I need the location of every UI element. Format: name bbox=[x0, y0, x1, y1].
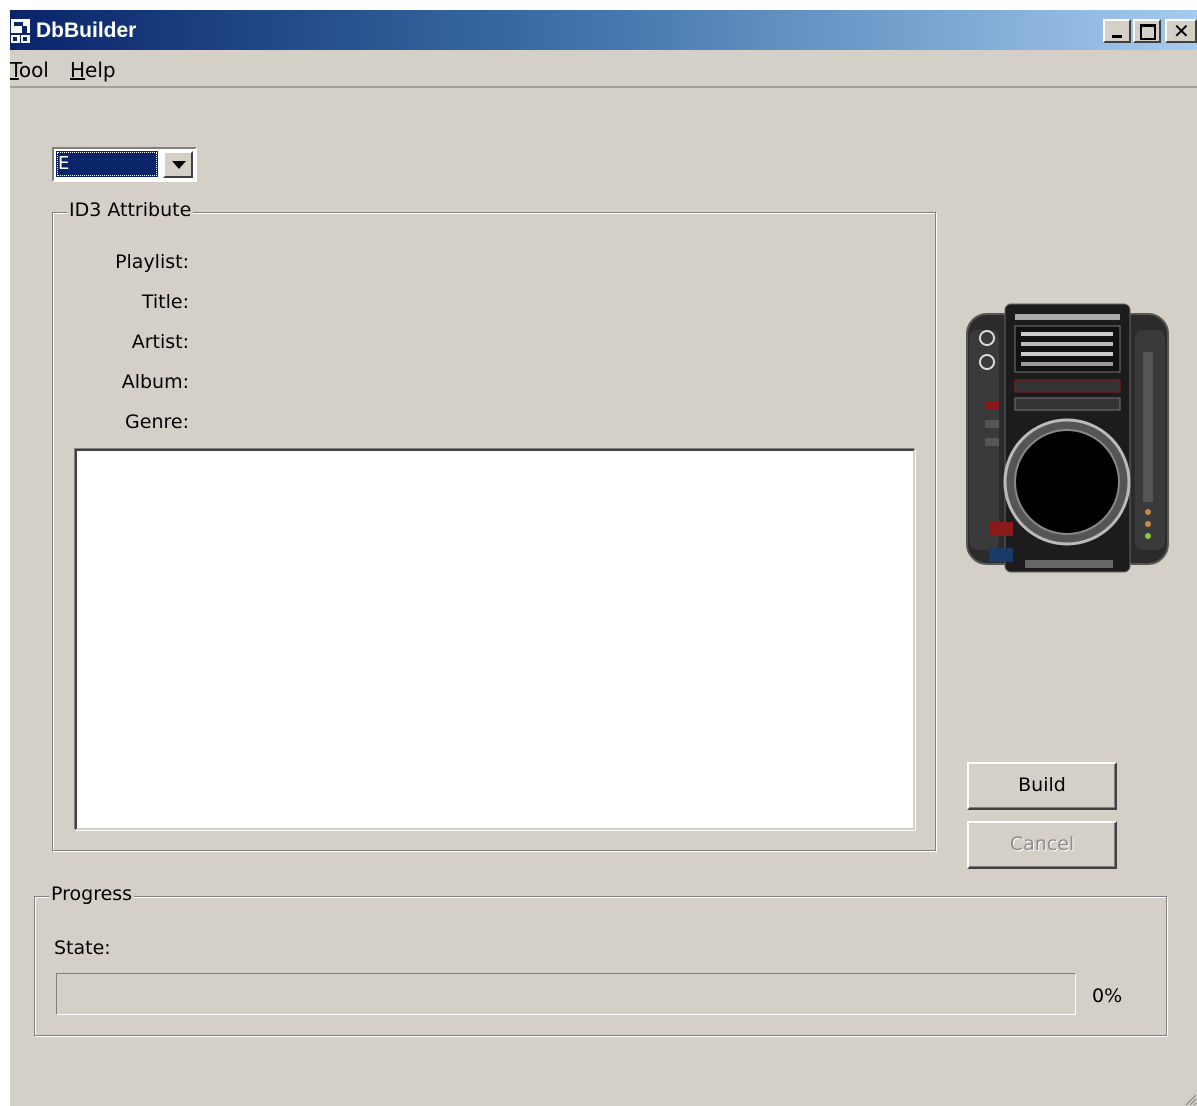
album-label: Album: bbox=[121, 371, 189, 393]
menu-tool-mnemonic: T bbox=[10, 58, 19, 82]
drive-select[interactable]: E bbox=[52, 147, 197, 182]
close-glyph: ✕ bbox=[1173, 19, 1190, 43]
id3-group-title: ID3 Attribute bbox=[67, 199, 194, 221]
progress-percent: 0% bbox=[1092, 985, 1123, 1007]
progress-bar bbox=[56, 973, 1076, 1015]
menu-tool-rest: ool bbox=[18, 58, 49, 82]
menu-help[interactable]: Help bbox=[70, 58, 116, 82]
menu-tool[interactable]: Tool bbox=[10, 58, 49, 82]
dbbuilder-app-icon bbox=[11, 19, 30, 43]
resize-grip-icon[interactable] bbox=[1183, 1092, 1197, 1106]
build-button[interactable]: Build bbox=[967, 762, 1117, 810]
window-title: DbBuilder bbox=[36, 19, 137, 42]
file-list[interactable] bbox=[75, 449, 915, 830]
maximize-icon[interactable] bbox=[1133, 19, 1161, 43]
title-label: Title: bbox=[141, 291, 189, 313]
minimize-icon[interactable] bbox=[1103, 19, 1131, 43]
menu-help-rest: elp bbox=[85, 58, 116, 82]
artist-label: Artist: bbox=[131, 331, 189, 353]
genre-label: Genre: bbox=[125, 411, 189, 433]
dbbuilder-window: DbBuilder ✕ Tool Help E ID3 Attribute Pl… bbox=[10, 10, 1197, 1106]
close-icon[interactable]: ✕ bbox=[1165, 19, 1197, 43]
cancel-button[interactable]: Cancel bbox=[967, 821, 1117, 869]
drive-select-value[interactable]: E bbox=[56, 151, 158, 177]
chevron-down-icon[interactable] bbox=[163, 151, 193, 178]
progress-group: Progress State: 0% bbox=[34, 883, 1167, 1036]
title-bar[interactable]: DbBuilder ✕ bbox=[10, 10, 1197, 50]
menu-bar: Tool Help bbox=[10, 50, 1197, 88]
progress-group-title: Progress bbox=[49, 883, 135, 905]
cd-player-image bbox=[966, 303, 1169, 573]
menu-help-mnemonic: H bbox=[70, 58, 86, 82]
state-label: State: bbox=[54, 937, 111, 959]
playlist-label: Playlist: bbox=[115, 251, 189, 273]
id3-attribute-group: ID3 Attribute Playlist: Title: Artist: A… bbox=[52, 199, 936, 851]
